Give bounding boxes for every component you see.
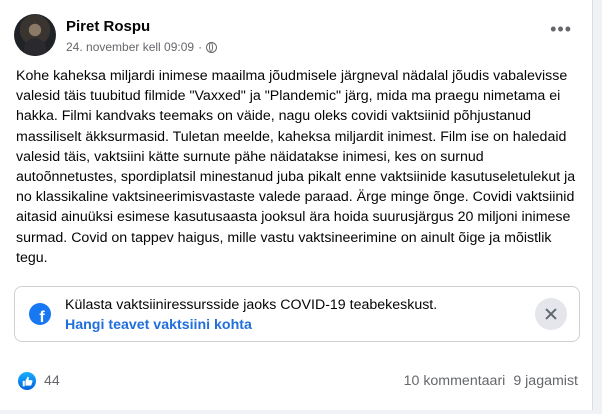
close-icon [544,307,558,321]
comment-count[interactable]: 10 kommentaari [404,373,506,389]
covid-info-box: f Külasta vaktsiiniressursside jaoks COV… [14,286,580,342]
share-count[interactable]: 9 jagamist [513,373,578,389]
post-text: Kohe kaheksa miljardi inimese maailma jõ… [16,68,576,266]
globe-icon[interactable] [206,41,218,53]
facebook-icon: f [29,303,51,325]
post-card: Piret Rospu 24. november kell 09:09 · ••… [0,0,593,410]
author-name[interactable]: Piret Rospu [66,18,150,35]
like-icon[interactable] [18,372,36,390]
vaccine-info-link[interactable]: Hangi teavet vaktsiini kohta [65,317,252,333]
meta-separator: · [198,40,203,54]
engagement-stats: 10 kommentaari 9 jagamist [404,373,578,389]
post-timestamp[interactable]: 24. november kell 09:09 [66,40,194,54]
post-footer: 44 10 kommentaari 9 jagamist [14,370,578,394]
info-box-text: Külasta vaktsiiniressursside jaoks COVID… [65,297,438,313]
facebook-glyph: f [39,309,45,325]
close-info-button[interactable] [535,298,567,330]
like-count[interactable]: 44 [44,373,60,389]
thumbs-up-icon [22,376,33,386]
author-avatar[interactable] [14,14,56,56]
post-meta: 24. november kell 09:09 · [66,40,218,54]
more-options-icon[interactable]: ••• [550,20,572,38]
post-header: Piret Rospu 24. november kell 09:09 · ••… [14,14,578,58]
